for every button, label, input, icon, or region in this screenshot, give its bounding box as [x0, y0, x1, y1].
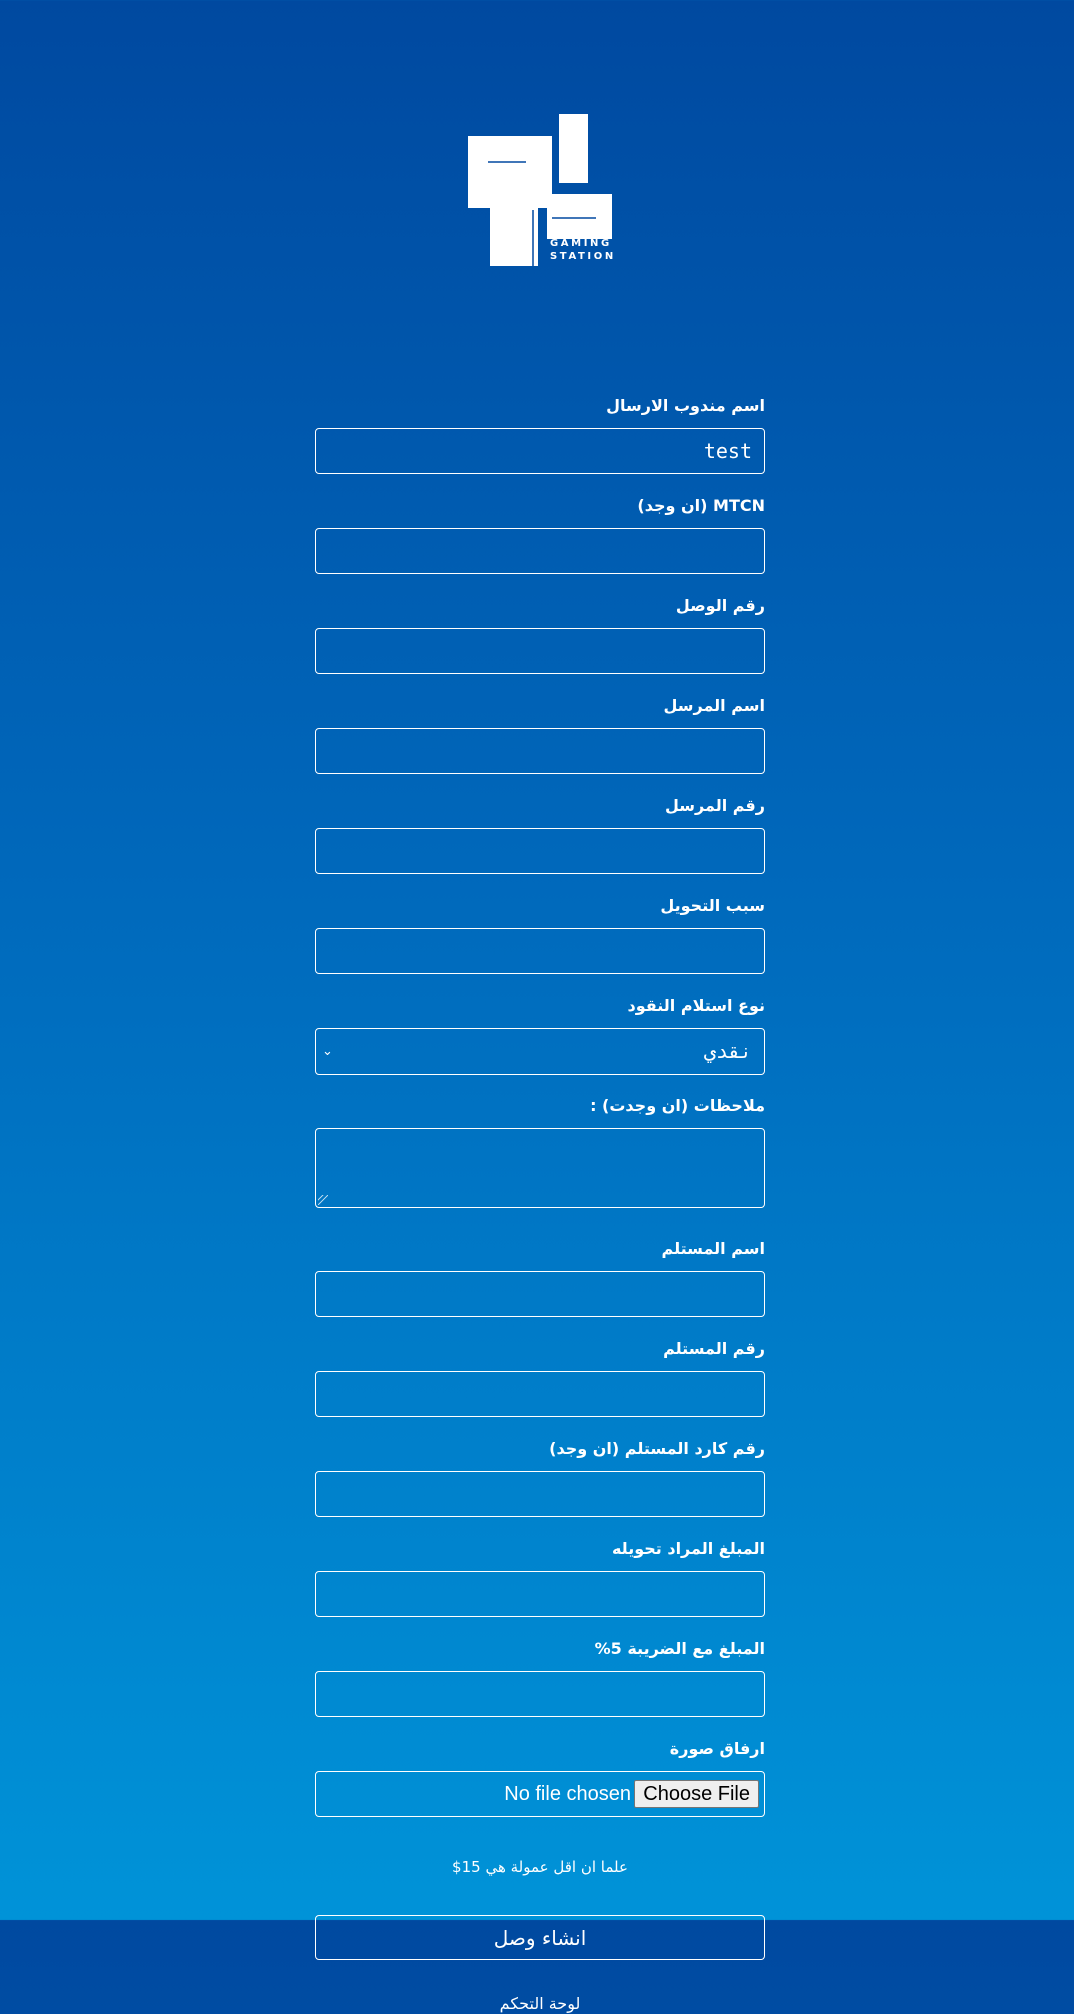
field-amount: المبلغ المراد تحويله — [315, 1539, 765, 1617]
svg-text:GAMING: GAMING — [550, 238, 612, 249]
field-receiver-name: اسم المستلم — [315, 1239, 765, 1317]
sender-number-input[interactable] — [315, 828, 765, 874]
commission-note: علما ان اقل عمولة هي 15$ — [452, 1858, 628, 1876]
field-receiver-number: رقم المستلم — [315, 1339, 765, 1417]
field-money-type: نوع استلام النقود نقدي ⌄ — [315, 996, 765, 1075]
notes-label: ملاحظات (ان وجدت) : — [590, 1096, 765, 1115]
receiver-name-input[interactable] — [315, 1271, 765, 1317]
amount-with-tax-label: المبلغ مع الضريبة 5% — [594, 1639, 765, 1658]
field-attachment: ارفاق صورة Choose File No file chosen — [315, 1739, 765, 1817]
field-sender-agent: اسم مندوب الارسال — [315, 396, 765, 474]
attachment-file-input[interactable]: Choose File No file chosen — [315, 1771, 765, 1817]
create-receipt-button[interactable]: انشاء وصل — [315, 1915, 765, 1960]
money-type-label: نوع استلام النقود — [627, 996, 765, 1015]
sender-name-input[interactable] — [315, 728, 765, 774]
dashboard-link[interactable]: لوحة التحكم — [315, 1994, 765, 2014]
sender-agent-label: اسم مندوب الارسال — [606, 396, 765, 415]
gaming-station-logo: GAMING STATION — [468, 114, 626, 266]
money-type-select[interactable]: نقدي ⌄ — [315, 1028, 765, 1075]
field-notes: ملاحظات (ان وجدت) : — [315, 1096, 765, 1208]
receiver-card-label: رقم كارد المستلم (ان وجد) — [549, 1439, 765, 1458]
field-sender-name: اسم المرسل — [315, 696, 765, 774]
file-status-text: No file chosen — [504, 1783, 631, 1805]
chevron-down-icon: ⌄ — [322, 1044, 333, 1059]
notes-textarea[interactable] — [315, 1128, 765, 1208]
choose-file-button[interactable]: Choose File — [634, 1780, 759, 1808]
mtcn-label: MTCN (ان وجد) — [637, 496, 765, 515]
amount-label: المبلغ المراد تحويله — [611, 1539, 765, 1558]
resize-grip-icon[interactable] — [318, 1195, 328, 1205]
sender-name-label: اسم المرسل — [663, 696, 765, 715]
svg-text:STATION: STATION — [550, 251, 616, 262]
receiver-number-label: رقم المستلم — [663, 1339, 765, 1358]
field-receiver-card: رقم كارد المستلم (ان وجد) — [315, 1439, 765, 1517]
logo-mark: GAMING STATION — [468, 114, 616, 266]
attachment-label: ارفاق صورة — [669, 1739, 765, 1758]
sender-number-label: رقم المرسل — [665, 796, 765, 815]
amount-input[interactable] — [315, 1571, 765, 1617]
field-amount-with-tax: المبلغ مع الضريبة 5% — [315, 1639, 765, 1717]
amount-with-tax-input[interactable] — [315, 1671, 765, 1717]
field-transfer-reason: سبب التحويل — [315, 896, 765, 974]
receiver-number-input[interactable] — [315, 1371, 765, 1417]
receipt-number-input[interactable] — [315, 628, 765, 674]
sender-agent-input[interactable] — [315, 428, 765, 474]
field-mtcn: MTCN (ان وجد) — [315, 496, 765, 574]
receiver-name-label: اسم المستلم — [661, 1239, 765, 1258]
transfer-receipt-form: اسم مندوب الارسال MTCN (ان وجد) رقم الوص… — [315, 396, 765, 2014]
mtcn-input[interactable] — [315, 528, 765, 574]
receiver-card-input[interactable] — [315, 1471, 765, 1517]
receipt-number-label: رقم الوصل — [675, 596, 765, 615]
transfer-reason-input[interactable] — [315, 928, 765, 974]
transfer-reason-label: سبب التحويل — [660, 896, 765, 915]
money-type-selected-value: نقدي — [703, 1039, 752, 1063]
field-sender-number: رقم المرسل — [315, 796, 765, 874]
field-receipt-number: رقم الوصل — [315, 596, 765, 674]
